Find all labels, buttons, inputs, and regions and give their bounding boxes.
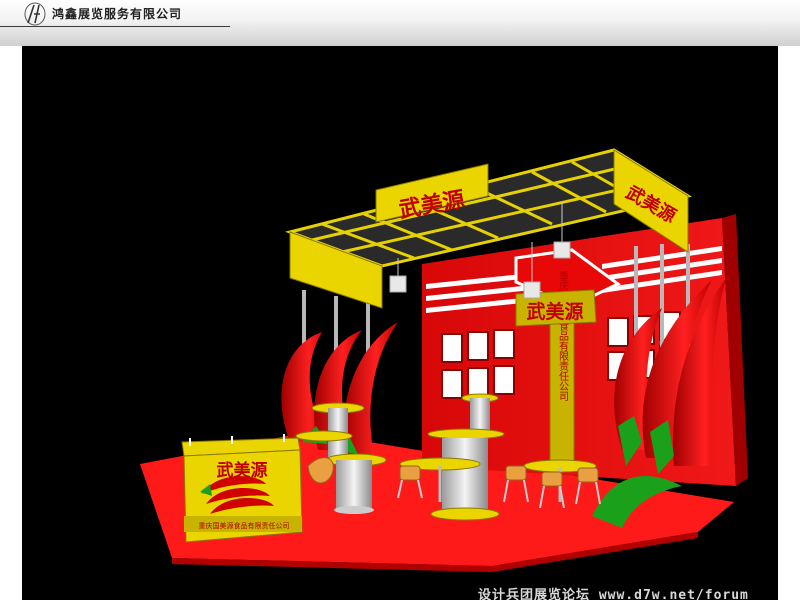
header-bar: 鸿鑫展览服务有限公司 <box>0 0 800 46</box>
booth-scene: 重庆国美源食品有限责任公司 武美源 武美源 武美源 武美源 重庆国美源食品有限责… <box>140 148 748 572</box>
company-name: 鸿鑫展览服务有限公司 <box>52 7 183 21</box>
counter-brand-name: 武美源 <box>217 460 268 481</box>
vertical-slogan: 重庆国美源食品有限责任公司 <box>557 270 569 401</box>
watermark-text: 设计兵团展览论坛 www.d7w.net/forum <box>478 588 749 600</box>
counter-caption: 重庆国美源食品有限责任公司 <box>199 521 290 530</box>
company-logo-icon <box>24 2 46 26</box>
header-divider <box>0 26 230 27</box>
wall-brand-name: 武美源 <box>526 300 583 323</box>
booth-rendering: 重庆国美源食品有限责任公司 武美源 武美源 武美源 武美源 重庆国美源食品有限责… <box>22 46 778 600</box>
